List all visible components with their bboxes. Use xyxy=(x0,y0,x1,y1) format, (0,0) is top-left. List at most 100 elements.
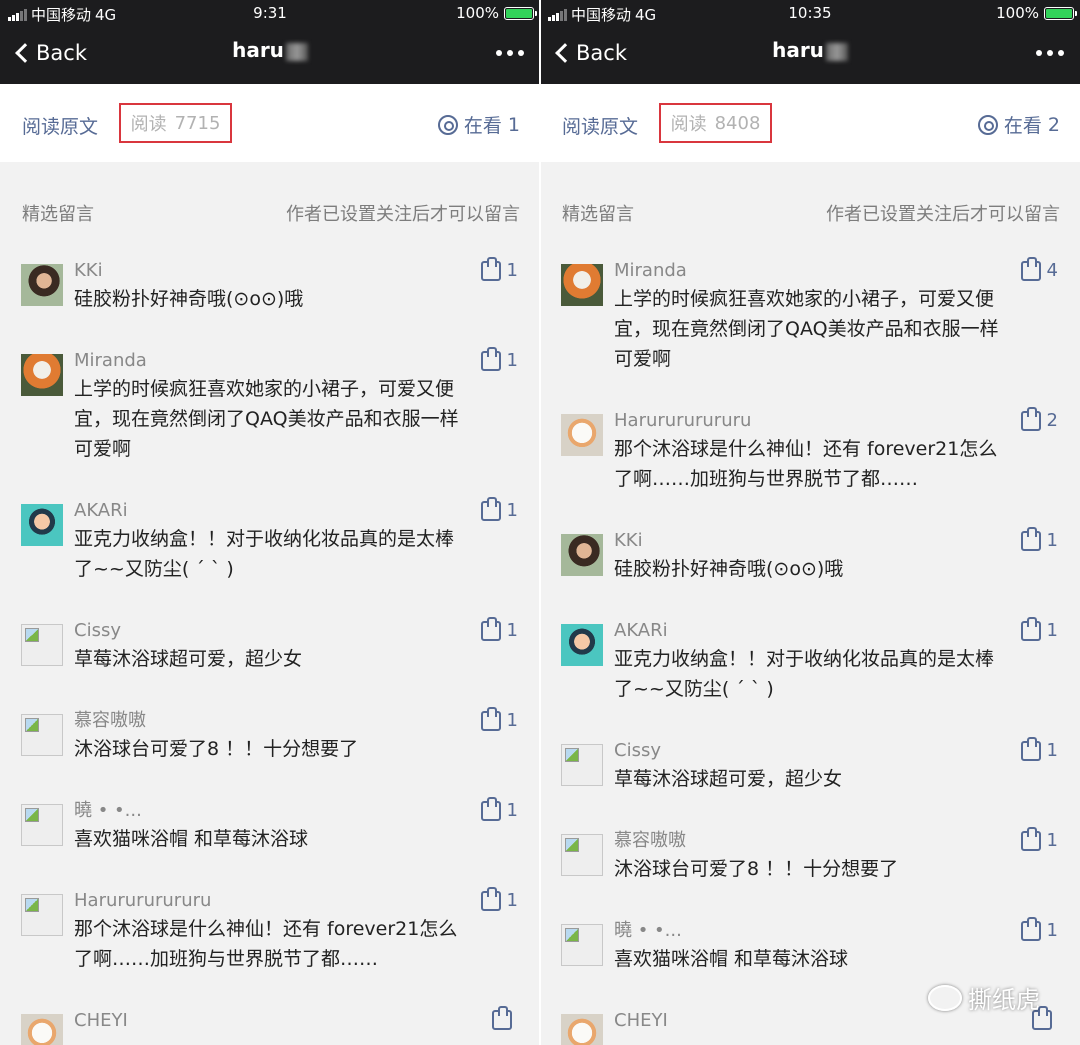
comment-item: 曉 • •... 喜欢猫咪浴帽 和草莓沐浴球 1 xyxy=(540,916,1080,974)
read-count-value: 8408 xyxy=(714,112,761,134)
commenter-name[interactable]: CHEYI xyxy=(74,1008,518,1034)
read-count-label: 阅读 xyxy=(130,114,167,135)
broken-image-icon xyxy=(565,838,579,852)
read-original-link[interactable]: 阅读原文 xyxy=(22,112,98,139)
like-count: 1 xyxy=(506,890,518,911)
avatar[interactable] xyxy=(21,354,63,396)
avatar[interactable] xyxy=(21,714,63,756)
thumbs-up-icon xyxy=(480,796,501,821)
comment-text: 了~~又防尘( ˊ ˋ ) xyxy=(74,558,234,580)
like-button[interactable]: 4 xyxy=(1020,256,1058,281)
battery-percent: 100% xyxy=(456,4,499,22)
title-blur xyxy=(285,42,308,61)
commenter-name[interactable]: KKi xyxy=(614,528,1058,554)
like-button[interactable]: 1 xyxy=(480,616,518,641)
nav-title: haru xyxy=(540,38,1080,62)
like-count: 1 xyxy=(1046,830,1058,851)
thumbs-up-icon xyxy=(1020,916,1041,941)
like-button[interactable] xyxy=(492,1006,518,1030)
avatar[interactable] xyxy=(561,264,603,306)
like-button[interactable]: 1 xyxy=(1020,736,1058,761)
like-button[interactable]: 1 xyxy=(1020,916,1058,941)
like-button[interactable]: 1 xyxy=(480,796,518,821)
more-button[interactable] xyxy=(496,50,524,56)
avatar[interactable] xyxy=(21,264,63,306)
thumbs-up-icon xyxy=(480,256,501,281)
like-count: 1 xyxy=(1046,530,1058,551)
like-button[interactable]: 1 xyxy=(480,346,518,371)
avatar[interactable] xyxy=(21,504,63,546)
like-count: 4 xyxy=(1046,260,1058,281)
commenter-name[interactable]: Cissy xyxy=(614,738,1058,764)
avatar[interactable] xyxy=(561,414,603,456)
read-count-value: 7715 xyxy=(174,112,221,134)
avatar[interactable] xyxy=(561,534,603,576)
like-button[interactable]: 1 xyxy=(1020,526,1058,551)
comment-text: 上学的时候疯狂喜欢她家的小裙子，可爱又便 xyxy=(74,378,455,400)
zaikan-button[interactable]: 在看 1 xyxy=(437,111,520,138)
thumbs-up-icon xyxy=(480,706,501,731)
avatar[interactable] xyxy=(561,624,603,666)
comment-text: 沐浴球台可爱了8 ！！十分想要了 xyxy=(614,858,899,880)
avatar[interactable] xyxy=(561,744,603,786)
comment-item: KKi 硅胶粉扑好神奇哦(⊙o⊙)哦 1 xyxy=(0,256,540,314)
like-button[interactable]: 1 xyxy=(480,256,518,281)
comment-list: KKi 硅胶粉扑好神奇哦(⊙o⊙)哦 1 Miranda 上学的时候疯狂喜欢她家的小裙… xyxy=(0,256,540,1045)
commenter-name[interactable]: Cissy xyxy=(74,618,518,644)
comment-text: 了啊……加班狗与世界脱节了都…… xyxy=(614,468,919,490)
commenter-name[interactable]: Miranda xyxy=(614,258,1058,284)
broken-image-icon xyxy=(25,628,39,642)
like-button[interactable]: 1 xyxy=(480,496,518,521)
zaikan-button[interactable]: 在看 2 xyxy=(977,111,1060,138)
commenter-name[interactable]: 慕容嗷嗷 xyxy=(74,708,518,734)
commenter-name[interactable]: 慕容嗷嗷 xyxy=(614,828,1058,854)
like-button[interactable]: 1 xyxy=(480,706,518,731)
like-count: 2 xyxy=(1046,410,1058,431)
read-count-box: 阅读 7715 xyxy=(119,103,232,143)
read-original-link[interactable]: 阅读原文 xyxy=(562,112,638,139)
commenter-name[interactable]: AKARi xyxy=(74,498,518,524)
comment-item: KKi 硅胶粉扑好神奇哦(⊙o⊙)哦 1 xyxy=(540,526,1080,584)
commenter-name[interactable]: Harurururururu xyxy=(74,888,518,914)
avatar[interactable] xyxy=(561,1014,603,1045)
thumbs-up-icon xyxy=(480,616,501,641)
like-button[interactable]: 2 xyxy=(1020,406,1058,431)
commenter-name[interactable]: 曉 • •... xyxy=(614,918,1058,944)
comment-item: Harurururururu 那个沐浴球是什么神仙！还有 forever21怎么了… xyxy=(0,886,540,974)
commenter-name[interactable]: AKARi xyxy=(614,618,1058,644)
thumbs-up-icon xyxy=(492,1006,512,1030)
comment-text: 上学的时候疯狂喜欢她家的小裙子，可爱又便 xyxy=(614,288,995,310)
thumbs-up-icon xyxy=(480,346,501,371)
like-count: 1 xyxy=(1046,620,1058,641)
thumbs-up-icon xyxy=(1020,526,1041,551)
like-button[interactable]: 1 xyxy=(1020,616,1058,641)
avatar[interactable] xyxy=(561,924,603,966)
read-bar: 阅读原文 阅读 7715 在看 1 xyxy=(0,84,540,162)
comment-text: 硅胶粉扑好神奇哦(⊙o⊙)哦 xyxy=(614,558,844,580)
comment-text: 宜，现在竟然倒闭了QAQ美妆产品和衣服一样 xyxy=(74,408,459,430)
avatar[interactable] xyxy=(21,894,63,936)
commenter-name[interactable]: Harurururururu xyxy=(614,408,1058,434)
thumbs-up-icon xyxy=(1020,256,1041,281)
like-button[interactable]: 1 xyxy=(480,886,518,911)
comment-item: Cissy 草莓沐浴球超可爱，超少女 1 xyxy=(0,616,540,674)
comment-text: 可爱啊 xyxy=(74,438,132,460)
avatar[interactable] xyxy=(21,804,63,846)
like-count: 1 xyxy=(506,260,518,281)
commenter-name[interactable]: KKi xyxy=(74,258,518,284)
avatar[interactable] xyxy=(561,834,603,876)
comment-item: Harurururururu 那个沐浴球是什么神仙！还有 forever21怎么了… xyxy=(540,406,1080,494)
thumbs-up-icon xyxy=(480,496,501,521)
nav-title-text: haru xyxy=(232,38,284,62)
zaikan-count: 2 xyxy=(1047,113,1060,136)
comment-item: AKARi 亚克力收纳盒！！对于收纳化妆品真的是太棒 了~~又防尘( ˊ ˋ ) 1 xyxy=(540,616,1080,704)
comment-item: 慕容嗷嗷 沐浴球台可爱了8 ！！十分想要了 1 xyxy=(0,706,540,764)
like-button[interactable]: 1 xyxy=(1020,826,1058,851)
comment-text: 了~~又防尘( ˊ ˋ ) xyxy=(614,678,774,700)
commenter-name[interactable]: 曉 • •... xyxy=(74,798,518,824)
comment-item: 慕容嗷嗷沐浴球台可爱了8 ！！十分想要了 1 xyxy=(540,826,1080,884)
avatar[interactable] xyxy=(21,1014,63,1045)
more-button[interactable] xyxy=(1036,50,1064,56)
commenter-name[interactable]: Miranda xyxy=(74,348,518,374)
avatar[interactable] xyxy=(21,624,63,666)
